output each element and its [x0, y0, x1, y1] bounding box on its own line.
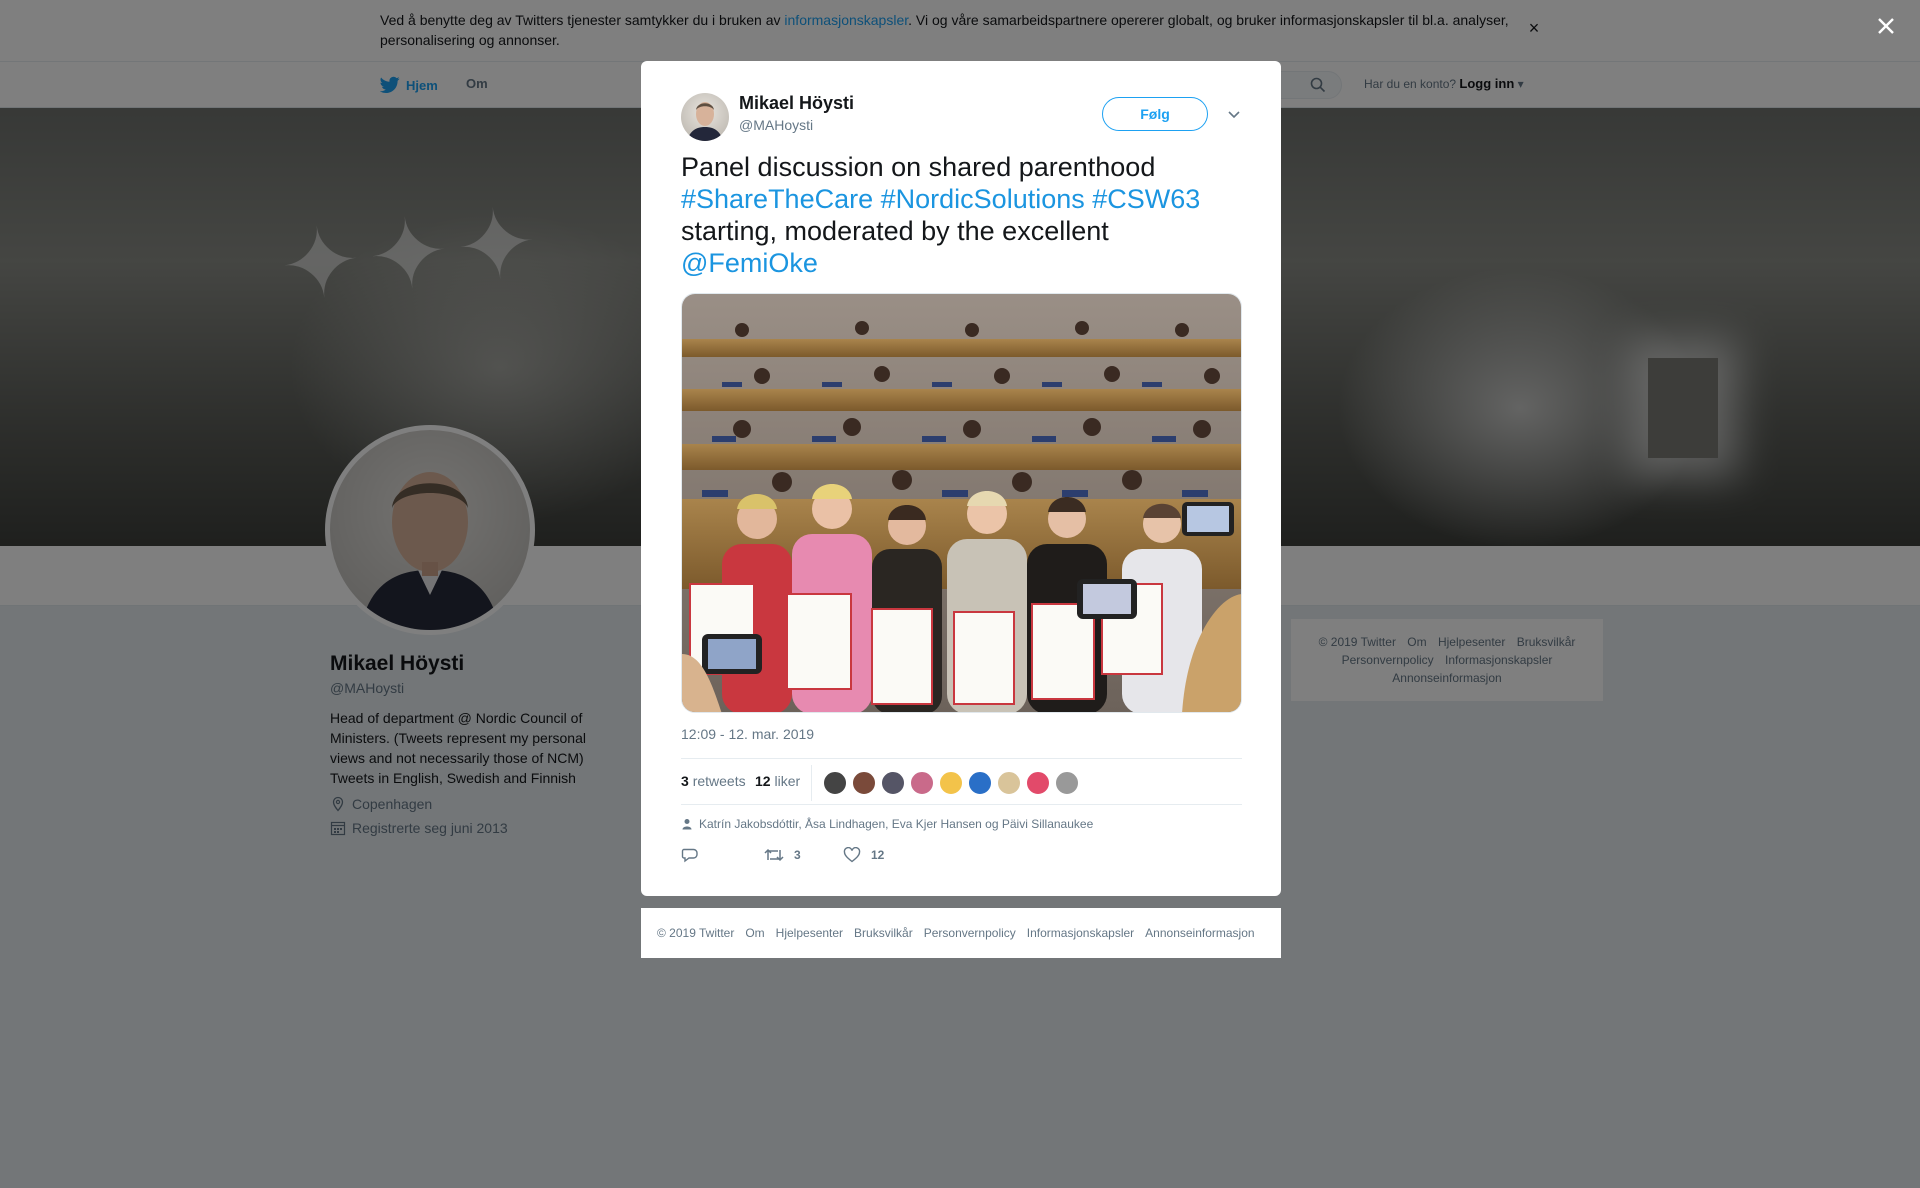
- avatar-portrait: [687, 102, 723, 141]
- hashtag-link[interactable]: #CSW63: [1092, 184, 1200, 214]
- likes-count: 12: [755, 773, 771, 789]
- reply-button[interactable]: [681, 847, 699, 863]
- likes-stat[interactable]: 12 liker: [755, 773, 800, 789]
- tweet-author-name[interactable]: Mikael Höysti: [739, 93, 854, 114]
- liked-by-text[interactable]: Katrín Jakobsdóttir, Åsa Lindhagen, Eva …: [699, 817, 1093, 831]
- footer-link[interactable]: Hjelpesenter: [776, 926, 843, 940]
- tweet-stats: 3 retweets 12 liker: [681, 758, 1242, 805]
- retweet-icon: [764, 848, 784, 862]
- mention-link[interactable]: @FemiOke: [681, 248, 818, 278]
- modal-footer: © 2019 Twitter Om Hjelpesenter Bruksvilk…: [641, 908, 1281, 958]
- retweet-count: 3: [794, 848, 801, 862]
- reply-icon: [681, 848, 698, 863]
- footer-link[interactable]: Informasjonskapsler: [1027, 926, 1134, 940]
- liker-avatar[interactable]: [1026, 771, 1050, 795]
- liker-avatar[interactable]: [910, 771, 934, 795]
- tweet-actions: 3 12: [681, 847, 981, 871]
- footer-copyright: © 2019 Twitter: [657, 926, 735, 940]
- tweet-text-part: Panel discussion on shared parenthood: [681, 152, 1156, 182]
- liker-avatar[interactable]: [823, 771, 847, 795]
- likes-label: liker: [774, 773, 801, 789]
- liker-avatar[interactable]: [1055, 771, 1079, 795]
- liker-avatar[interactable]: [852, 771, 876, 795]
- liked-by-context: Katrín Jakobsdóttir, Åsa Lindhagen, Eva …: [681, 817, 1093, 831]
- liker-avatar[interactable]: [939, 771, 963, 795]
- like-button[interactable]: 12: [843, 847, 884, 863]
- retweet-button[interactable]: 3: [764, 847, 801, 863]
- tweet-photo[interactable]: [681, 293, 1242, 713]
- liker-avatar[interactable]: [881, 771, 905, 795]
- chevron-down-icon[interactable]: [1225, 105, 1243, 123]
- tweet-author-avatar[interactable]: [681, 93, 729, 141]
- tweet-modal: Mikael Höysti @MAHoysti Følg Panel discu…: [641, 61, 1281, 896]
- tweet-timestamp[interactable]: 12:09 - 12. mar. 2019: [681, 726, 814, 742]
- liker-avatars: [823, 771, 1079, 795]
- tweet-text: Panel discussion on shared parenthood #S…: [681, 151, 1261, 279]
- footer-link[interactable]: Annonseinformasjon: [1145, 926, 1254, 940]
- hashtag-link[interactable]: #ShareTheCare: [681, 184, 873, 214]
- person-icon: [682, 819, 692, 830]
- conference-photo: [682, 294, 1241, 712]
- heart-icon: [843, 847, 861, 863]
- close-icon[interactable]: [1872, 12, 1900, 40]
- hashtag-link[interactable]: #NordicSolutions: [881, 184, 1085, 214]
- stats-divider: [811, 765, 812, 801]
- retweets-stat[interactable]: 3 retweets: [681, 773, 746, 789]
- tweet-text-part: starting, moderated by the excellent: [681, 216, 1109, 246]
- footer-link[interactable]: Bruksvilkår: [854, 926, 913, 940]
- footer-link[interactable]: Personvernpolicy: [924, 926, 1016, 940]
- follow-button[interactable]: Følg: [1102, 97, 1208, 131]
- liker-avatar[interactable]: [997, 771, 1021, 795]
- retweets-count: 3: [681, 773, 689, 789]
- retweets-label: retweets: [692, 773, 746, 789]
- like-count: 12: [871, 848, 885, 862]
- liker-avatar[interactable]: [968, 771, 992, 795]
- footer-link[interactable]: Om: [745, 926, 764, 940]
- tweet-author-handle[interactable]: @MAHoysti: [739, 117, 813, 133]
